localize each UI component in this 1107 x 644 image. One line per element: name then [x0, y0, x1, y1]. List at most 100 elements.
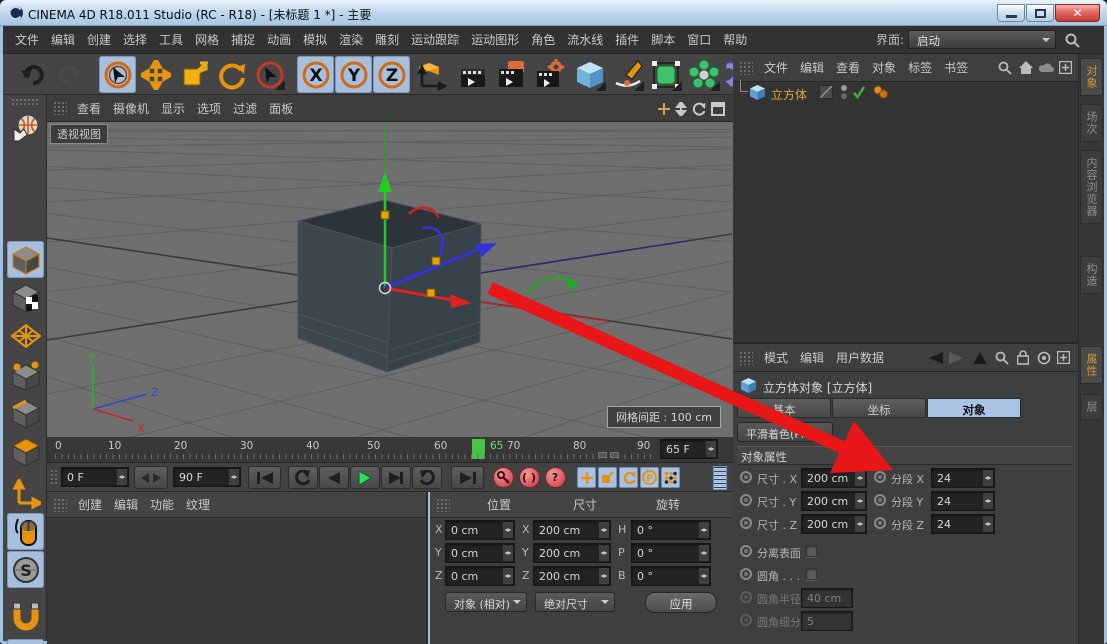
viewport-rotate-icon[interactable]	[692, 102, 706, 116]
history-back-icon[interactable]	[929, 352, 943, 364]
menu-animate[interactable]: 动画	[261, 31, 297, 48]
next-frame-button[interactable]	[381, 466, 411, 489]
play-button[interactable]	[350, 466, 380, 489]
go-to-start-button[interactable]	[248, 466, 281, 489]
model-mode-button[interactable]	[7, 241, 44, 278]
pos-z-field[interactable]: 0 cm	[445, 566, 515, 586]
material-list-area[interactable]	[47, 518, 426, 644]
menu-script[interactable]: 脚本	[645, 31, 681, 48]
menu-character[interactable]: 角色	[525, 31, 561, 48]
enabled-check-icon[interactable]	[852, 85, 866, 99]
next-key-button[interactable]	[412, 466, 442, 489]
current-frame-field[interactable]: 65 F	[660, 439, 718, 459]
viewport-zoom-icon[interactable]	[674, 102, 688, 116]
search-icon[interactable]	[995, 351, 1009, 365]
transport-grip[interactable]	[50, 469, 58, 486]
menu-render[interactable]: 渲染	[333, 31, 369, 48]
tab-attributes[interactable]: 属性	[1080, 346, 1103, 384]
menu-sculpt[interactable]: 雕刻	[369, 31, 405, 48]
size-x-field[interactable]: 200 cm	[801, 468, 867, 488]
menu-mesh[interactable]: 网格	[189, 31, 225, 48]
material-grip[interactable]	[53, 498, 67, 512]
search-icon[interactable]	[998, 61, 1012, 75]
tab-layers[interactable]: 层	[1080, 394, 1103, 420]
snap-button[interactable]	[7, 597, 44, 634]
rot-p-field[interactable]: 0 °	[631, 543, 711, 563]
size-y-field[interactable]: 200 cm	[801, 491, 867, 511]
start-spinner[interactable]	[116, 469, 127, 485]
lock-y-axis-button[interactable]: Y	[335, 56, 372, 93]
close-button[interactable]: ✕	[1055, 4, 1100, 22]
menu-mograph[interactable]: 运动图形	[465, 31, 525, 48]
key-pla-button[interactable]	[661, 467, 680, 488]
add-panel-icon[interactable]	[1057, 351, 1070, 364]
target-icon[interactable]	[1037, 351, 1051, 365]
scale-tool-button[interactable]	[175, 56, 212, 93]
vp-menu-panel[interactable]: 面板	[263, 100, 299, 117]
menu-tools[interactable]: 工具	[153, 31, 189, 48]
menu-plugins[interactable]: 插件	[609, 31, 645, 48]
maximize-button[interactable]	[1026, 4, 1054, 22]
om-menu-tags[interactable]: 标签	[902, 59, 938, 76]
menu-create[interactable]: 创建	[81, 31, 117, 48]
keyframe-circle[interactable]	[740, 471, 752, 483]
mat-menu-edit[interactable]: 编辑	[108, 496, 144, 513]
segments-y-field[interactable]: 24	[931, 491, 995, 511]
texture-mode-button[interactable]	[7, 279, 44, 316]
lock-z-axis-button[interactable]: Z	[373, 56, 410, 93]
separate-surfaces-checkbox[interactable]	[805, 545, 817, 557]
pos-y-field[interactable]: 0 cm	[445, 543, 515, 563]
keyframe-help-button[interactable]: ?	[543, 466, 567, 489]
keyframe-circle[interactable]	[874, 494, 886, 506]
lock-x-axis-button[interactable]: X	[297, 56, 334, 93]
previous-frame-button[interactable]	[319, 466, 349, 489]
vp-menu-display[interactable]: 显示	[155, 100, 191, 117]
enable-axis-button[interactable]	[7, 475, 44, 512]
keyframe-circle[interactable]	[740, 494, 752, 506]
am-menu-mode[interactable]: 模式	[758, 349, 794, 366]
menu-pipeline[interactable]: 流水线	[561, 31, 609, 48]
viewport-canvas[interactable]: Y Z X	[47, 122, 733, 437]
menu-motion-tracker[interactable]: 运动跟踪	[405, 31, 465, 48]
start-frame-field[interactable]: 0 F	[61, 467, 129, 487]
palette-grip[interactable]	[11, 98, 39, 106]
apply-button[interactable]: 应用	[645, 592, 717, 613]
autokey-button[interactable]: ( )	[517, 466, 541, 489]
tab-structure[interactable]: 构造	[1080, 256, 1103, 294]
size-z-field[interactable]: 200 cm	[801, 514, 867, 534]
key-parameter-button[interactable]: P	[640, 467, 659, 488]
cloud-icon[interactable]	[1039, 63, 1054, 73]
array-modifier-button[interactable]	[685, 56, 722, 93]
menu-snap[interactable]: 捕捉	[225, 31, 261, 48]
make-editable-button[interactable]	[7, 109, 44, 146]
polygons-mode-button[interactable]	[7, 433, 44, 470]
vp-menu-view[interactable]: 查看	[71, 100, 107, 117]
keyframe-circle[interactable]	[874, 471, 886, 483]
home-icon[interactable]	[1019, 61, 1033, 75]
spline-pen-button[interactable]	[609, 56, 646, 93]
menu-help[interactable]: 帮助	[717, 31, 753, 48]
rotate-tool-button[interactable]	[213, 56, 250, 93]
timeline-strip-button[interactable]	[713, 466, 727, 490]
tab-basic[interactable]: 基本	[737, 398, 831, 418]
tab-coordinates[interactable]: 坐标	[832, 398, 926, 418]
am-grip[interactable]	[739, 351, 753, 365]
object-properties-section[interactable]: 对象属性	[737, 446, 1072, 465]
coord-mode-dropdown[interactable]: 对象 (相对)	[445, 592, 527, 612]
size-y-field[interactable]: 200 cm	[533, 543, 611, 563]
viewport-pan-icon[interactable]	[657, 102, 671, 116]
end-spinner[interactable]	[228, 469, 239, 485]
render-visibility-dot[interactable]	[841, 93, 847, 99]
am-menu-userdata[interactable]: 用户数据	[830, 349, 890, 366]
workplane-mode-button[interactable]	[7, 317, 44, 354]
tab-takes[interactable]: 场次	[1080, 104, 1103, 142]
lock-icon[interactable]	[1017, 350, 1029, 365]
editor-visibility-dot[interactable]	[841, 85, 847, 91]
timeline-ruler[interactable]: 0 10 20 30 40 50 60 70 80 90 65 65 F	[47, 437, 733, 463]
move-tool-button[interactable]	[137, 56, 174, 93]
mat-menu-create[interactable]: 创建	[72, 496, 108, 513]
keyframe-circle[interactable]	[874, 517, 886, 529]
om-menu-view[interactable]: 查看	[830, 59, 866, 76]
up-level-icon[interactable]	[973, 352, 987, 364]
keyframe-circle[interactable]	[740, 568, 752, 580]
